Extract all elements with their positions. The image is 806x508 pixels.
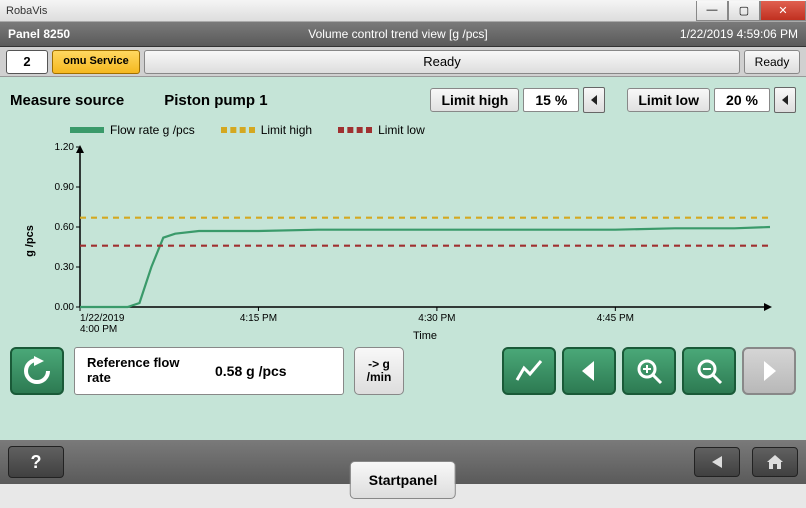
chart-nav-buttons xyxy=(502,347,796,395)
legend-flow-line xyxy=(70,127,104,133)
minimize-button[interactable]: — xyxy=(696,1,728,21)
legend-low-label: Limit low xyxy=(378,123,425,137)
arrow-right-icon xyxy=(754,356,784,386)
scroll-right-button[interactable] xyxy=(742,347,796,395)
maximize-button[interactable]: ▢ xyxy=(728,1,760,21)
limit-low-arrow-button[interactable] xyxy=(774,87,796,113)
ready-status-main: Ready xyxy=(144,50,740,74)
svg-text:4:00 PM: 4:00 PM xyxy=(80,324,117,335)
main-panel: Measure source Piston pump 1 Limit high … xyxy=(0,77,806,440)
view-title: Volume control trend view [g /pcs] xyxy=(158,27,638,41)
svg-text:1.20: 1.20 xyxy=(55,142,75,153)
reference-box: Reference flow rate 0.58 g /pcs xyxy=(74,347,344,395)
limit-low-value[interactable]: 20 % xyxy=(714,88,770,112)
limit-high-button[interactable]: Limit high xyxy=(430,88,519,112)
window-titlebar: RobaVis — ▢ ✕ xyxy=(0,0,806,22)
home-icon xyxy=(764,453,786,471)
service-badge[interactable]: omu Service xyxy=(52,50,140,74)
unit-toggle-button[interactable]: -> g /min xyxy=(354,347,404,395)
help-button[interactable]: ? xyxy=(8,446,64,478)
triangle-left-icon xyxy=(589,94,599,106)
panel-name: Panel 8250 xyxy=(8,27,158,41)
refresh-icon xyxy=(20,354,54,388)
reference-label: Reference flow rate xyxy=(87,356,197,386)
footer-back-button[interactable] xyxy=(694,447,740,477)
panel-number-badge[interactable]: 2 xyxy=(6,50,48,74)
measure-source-label: Measure source xyxy=(10,92,124,109)
legend-high: Limit high xyxy=(221,123,312,137)
status-row: 2 omu Service Ready Ready xyxy=(0,47,806,77)
refresh-button[interactable] xyxy=(10,347,64,395)
reference-value: 0.58 g /pcs xyxy=(215,363,287,379)
ready-status-side: Ready xyxy=(744,50,800,74)
svg-text:0.60: 0.60 xyxy=(55,222,75,233)
chart-area: g /pcs 0.000.300.600.901.201/22/20194:00… xyxy=(40,141,796,341)
trend-button[interactable] xyxy=(502,347,556,395)
arrow-left-icon xyxy=(706,453,728,471)
scroll-left-button[interactable] xyxy=(562,347,616,395)
footer-home-button[interactable] xyxy=(752,447,798,477)
measure-source-value: Piston pump 1 xyxy=(164,92,267,109)
footer-bar: ? Startpanel xyxy=(0,440,806,484)
legend-low-line xyxy=(338,127,372,133)
trend-chart: 0.00 0.30 0.60 0.90 1.20 1/22/20194:00 PM 4:15… xyxy=(40,141,780,341)
svg-text:4:45 PM: 4:45 PM xyxy=(597,313,634,324)
legend-low: Limit low xyxy=(338,123,425,137)
startpanel-button[interactable]: Startpanel xyxy=(350,461,456,499)
limit-high-arrow-button[interactable] xyxy=(583,87,605,113)
zoom-in-button[interactable] xyxy=(622,347,676,395)
legend-flow: Flow rate g /pcs xyxy=(70,123,195,137)
limit-low-group: Limit low 20 % xyxy=(627,87,796,113)
reference-row: Reference flow rate 0.58 g /pcs -> g /mi… xyxy=(10,347,796,395)
svg-text:0.90: 0.90 xyxy=(55,182,75,193)
limit-high-value[interactable]: 15 % xyxy=(523,88,579,112)
window-buttons: — ▢ ✕ xyxy=(696,1,806,21)
svg-text:1/22/2019: 1/22/2019 xyxy=(80,313,125,324)
triangle-left-icon xyxy=(780,94,790,106)
limit-high-group: Limit high 15 % xyxy=(430,87,605,113)
svg-text:0.30: 0.30 xyxy=(55,262,75,273)
app-header: Panel 8250 Volume control trend view [g … xyxy=(0,22,806,47)
legend-flow-label: Flow rate g /pcs xyxy=(110,123,195,137)
svg-text:0.00: 0.00 xyxy=(55,302,75,313)
trend-icon xyxy=(514,356,544,386)
close-button[interactable]: ✕ xyxy=(760,1,806,21)
svg-text:4:15 PM: 4:15 PM xyxy=(240,313,277,324)
zoom-out-icon xyxy=(694,356,724,386)
zoom-in-icon xyxy=(634,356,664,386)
zoom-out-button[interactable] xyxy=(682,347,736,395)
header-datetime: 1/22/2019 4:59:06 PM xyxy=(638,27,798,41)
svg-text:4:30 PM: 4:30 PM xyxy=(418,313,455,324)
arrow-left-icon xyxy=(574,356,604,386)
svg-text:Time: Time xyxy=(413,330,437,341)
top-controls: Measure source Piston pump 1 Limit high … xyxy=(10,85,796,115)
window-title: RobaVis xyxy=(6,5,47,17)
legend-high-line xyxy=(221,127,255,133)
legend-high-label: Limit high xyxy=(261,123,312,137)
chart-ylabel: g /pcs xyxy=(24,225,36,257)
limit-low-button[interactable]: Limit low xyxy=(627,88,710,112)
chart-legend: Flow rate g /pcs Limit high Limit low xyxy=(70,123,796,137)
